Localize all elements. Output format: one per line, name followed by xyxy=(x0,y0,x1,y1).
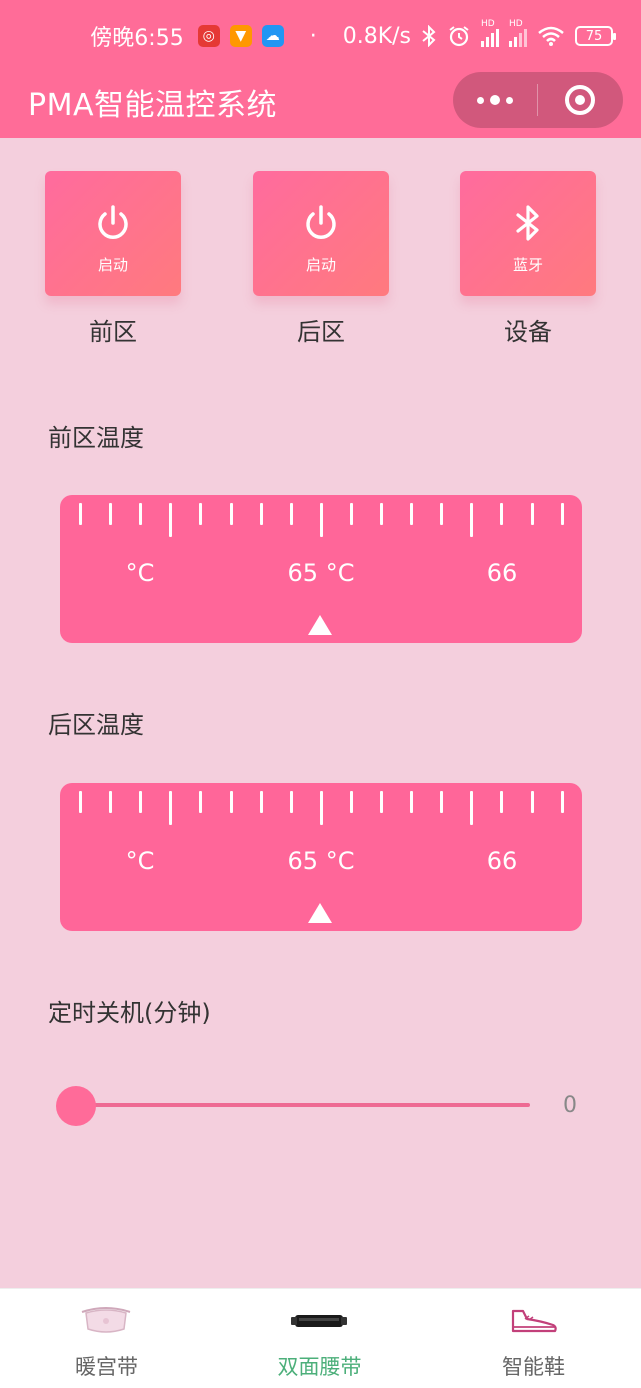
target-icon xyxy=(565,85,595,115)
ruler-label: °C xyxy=(125,847,155,875)
rear-zone-start-label: 启动 xyxy=(305,256,336,274)
signal-hd-label: HD xyxy=(509,19,523,29)
tab-smart-shoe[interactable]: 智能鞋 xyxy=(427,1289,640,1388)
ruler-tick xyxy=(259,791,263,813)
alarm-icon xyxy=(449,26,469,47)
ruler-tick xyxy=(500,503,504,525)
ruler-label: 66 xyxy=(486,559,518,587)
ruler-tick xyxy=(199,503,203,525)
more-dots-icon xyxy=(477,96,484,104)
ruler-tick xyxy=(319,791,323,825)
ruler-tick xyxy=(380,503,383,525)
status-bar: 傍晚6:55 ◎ ▼ ☁ · 0.8K/s HD HD 75 xyxy=(0,0,641,72)
more-button[interactable] xyxy=(453,72,537,128)
netease-music-icon: ◎ xyxy=(197,25,220,47)
bluetooth-icon xyxy=(516,205,539,241)
ruler-tick xyxy=(349,791,353,813)
tab-double-belt[interactable]: 双面腰带 xyxy=(213,1289,426,1388)
ruler-tick xyxy=(229,503,233,525)
network-speed: 0.8K/s xyxy=(342,23,411,49)
ruler-tick xyxy=(169,503,173,537)
tab-label: 暖宫带 xyxy=(75,1355,138,1379)
mini-program-capsule xyxy=(453,72,623,128)
timer-slider-track[interactable] xyxy=(76,1103,530,1107)
ruler-tick xyxy=(259,503,263,525)
ruler-tick xyxy=(440,503,444,525)
ruler-tick xyxy=(109,791,113,813)
fox-app-icon: ▼ xyxy=(229,25,252,47)
ruler-tick xyxy=(560,503,564,525)
rear-temp-title: 后区温度 xyxy=(48,711,144,739)
ruler-tick xyxy=(560,791,564,813)
rear-temp-ruler[interactable]: °C 65 °C 66 xyxy=(60,783,582,931)
battery-icon: 75 xyxy=(575,26,616,46)
ruler-pointer-icon xyxy=(308,615,332,635)
tab-label: 智能鞋 xyxy=(502,1355,565,1379)
ruler-tick xyxy=(349,503,353,525)
power-icon xyxy=(98,205,128,239)
bluetooth-icon xyxy=(422,25,436,47)
more-dots-icon xyxy=(506,96,513,104)
shoe-icon xyxy=(511,1309,557,1333)
ruler-tick xyxy=(470,791,474,825)
timer-slider-thumb[interactable] xyxy=(56,1086,96,1126)
ruler-tick xyxy=(139,791,143,813)
ruler-label: 65 °C xyxy=(287,559,355,587)
ruler-tick xyxy=(530,503,534,525)
tab-label: 双面腰带 xyxy=(277,1355,362,1379)
device-label: 设备 xyxy=(504,318,552,346)
separator-dot-icon: · xyxy=(309,23,317,49)
close-button[interactable] xyxy=(538,72,622,128)
ruler-pointer-icon xyxy=(308,903,332,923)
tab-warm-belt[interactable]: 暖宫带 xyxy=(0,1289,213,1388)
ruler-tick xyxy=(380,791,383,813)
rear-zone-label: 后区 xyxy=(297,318,345,346)
ruler-tick xyxy=(79,503,82,525)
ruler-tick xyxy=(79,791,82,813)
front-zone-start-label: 启动 xyxy=(97,256,128,274)
tab-bar: 暖宫带 双面腰带 智能鞋 xyxy=(0,1288,641,1388)
cloud-app-icon: ☁ xyxy=(261,25,284,47)
signal-icon: HD xyxy=(509,19,527,47)
front-zone-label: 前区 xyxy=(89,318,137,346)
ruler-label: °C xyxy=(125,559,155,587)
ruler-tick xyxy=(410,791,414,813)
ruler-tick xyxy=(289,791,293,813)
more-dots-icon xyxy=(490,95,500,105)
ruler-tick xyxy=(470,503,474,537)
page-title: PMA智能温控系统 xyxy=(28,88,277,123)
wifi-icon xyxy=(538,26,564,46)
front-temp-title: 前区温度 xyxy=(48,424,144,452)
ruler-tick xyxy=(229,791,233,813)
front-zone-start-button[interactable]: 启动 xyxy=(45,171,181,296)
ruler-label: 66 xyxy=(486,847,518,875)
ruler-tick xyxy=(169,791,173,825)
bluetooth-button[interactable]: 蓝牙 xyxy=(460,171,596,296)
ruler-tick xyxy=(440,791,444,813)
waist-belt-icon xyxy=(81,1307,131,1333)
bluetooth-label: 蓝牙 xyxy=(512,256,543,274)
rear-zone-start-button[interactable]: 启动 xyxy=(253,171,389,296)
timer-title: 定时关机(分钟) xyxy=(48,999,211,1027)
timer-value: 0 xyxy=(563,1093,577,1118)
power-icon xyxy=(306,205,336,239)
ruler-label: 65 °C xyxy=(287,847,355,875)
signal-hd-label: HD xyxy=(481,19,495,29)
ruler-tick xyxy=(199,791,203,813)
ruler-tick xyxy=(139,503,143,525)
ruler-tick xyxy=(319,503,323,537)
battery-level: 75 xyxy=(585,28,603,44)
double-belt-icon xyxy=(291,1315,347,1327)
signal-icon: HD xyxy=(481,19,499,47)
ruler-tick xyxy=(500,791,504,813)
front-temp-ruler[interactable]: °C 65 °C 66 xyxy=(60,495,582,643)
ruler-tick xyxy=(530,791,534,813)
nav-bar: PMA智能温控系统 xyxy=(0,72,641,138)
ruler-tick xyxy=(410,503,414,525)
ruler-tick xyxy=(289,503,293,525)
status-time: 傍晚6:55 xyxy=(90,26,184,51)
ruler-tick xyxy=(109,503,113,525)
